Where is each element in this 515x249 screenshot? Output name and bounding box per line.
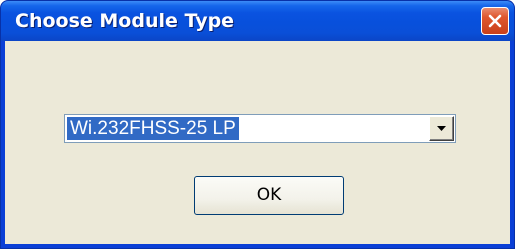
ok-button[interactable]: OK [194,176,344,215]
dialog-body: Wi.232FHSS-25 LP OK [5,41,510,244]
dropdown-button[interactable] [429,116,454,141]
chevron-down-icon [437,126,446,131]
window-title: Choose Module Type [15,10,235,32]
module-type-value[interactable]: Wi.232FHSS-25 LP [67,117,239,140]
title-bar[interactable]: Choose Module Type [1,1,514,41]
dialog-window: Choose Module Type Wi.232FHSS-25 LP OK [0,0,515,249]
module-type-select[interactable]: Wi.232FHSS-25 LP [64,114,456,143]
close-button[interactable] [481,7,509,35]
close-icon [488,14,502,28]
